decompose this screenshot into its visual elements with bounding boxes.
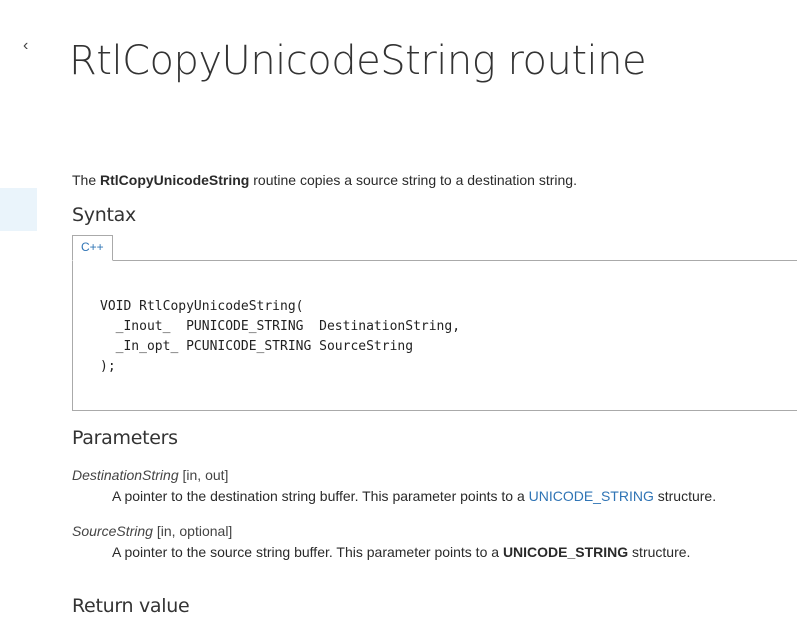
param-desc-suffix: structure. bbox=[628, 544, 691, 560]
param-description: A pointer to the source string buffer. T… bbox=[72, 542, 797, 562]
intro-routine-name: RtlCopyUnicodeString bbox=[100, 172, 250, 188]
param-destination-string: DestinationString [in, out] A pointer to… bbox=[72, 465, 797, 506]
page-title: RtlCopyUnicodeString routine bbox=[69, 38, 647, 84]
code-line: _Inout_ PUNICODE_STRING DestinationStrin… bbox=[100, 319, 461, 334]
param-desc-prefix: A pointer to the source string buffer. T… bbox=[112, 544, 503, 560]
return-value-heading: Return value bbox=[72, 595, 190, 617]
intro-suffix: routine copies a source string to a dest… bbox=[249, 172, 577, 188]
param-name-text: DestinationString bbox=[72, 467, 179, 483]
doc-page: ‹ RtlCopyUnicodeString routine The RtlCo… bbox=[0, 0, 797, 632]
param-qualifier: [in, out] bbox=[178, 467, 229, 483]
param-desc-suffix: structure. bbox=[653, 488, 717, 504]
unicode-string-link[interactable]: UNICODE_STRING bbox=[529, 488, 654, 504]
code-line: ); bbox=[100, 359, 116, 374]
param-name: SourceString [in, optional] bbox=[72, 521, 797, 541]
param-desc-prefix: A pointer to the destination string buff… bbox=[112, 488, 529, 504]
syntax-heading: Syntax bbox=[72, 204, 136, 226]
code-line: _In_opt_ PCUNICODE_STRING SourceString bbox=[100, 339, 414, 354]
intro-paragraph: The RtlCopyUnicodeString routine copies … bbox=[72, 170, 797, 190]
tab-cpp[interactable]: C++ bbox=[72, 235, 113, 261]
chevron-left-icon[interactable]: ‹ bbox=[23, 38, 28, 54]
param-desc-bold: UNICODE_STRING bbox=[502, 544, 629, 560]
intro-prefix: The bbox=[72, 172, 101, 188]
param-name: DestinationString [in, out] bbox=[72, 465, 797, 485]
param-description: A pointer to the destination string buff… bbox=[72, 486, 797, 506]
parameters-heading: Parameters bbox=[72, 427, 178, 449]
param-source-string: SourceString [in, optional] A pointer to… bbox=[72, 521, 797, 562]
code-block: VOID RtlCopyUnicodeString( _Inout_ PUNIC… bbox=[72, 261, 797, 411]
sidebar-selected-highlight bbox=[0, 188, 37, 231]
main-content: The RtlCopyUnicodeString routine copies … bbox=[72, 170, 797, 617]
param-name-text: SourceString bbox=[72, 523, 153, 539]
param-qualifier: [in, optional] bbox=[152, 523, 233, 539]
code-line: VOID RtlCopyUnicodeString( bbox=[100, 299, 304, 314]
code-tab-bar: C++ bbox=[72, 235, 797, 261]
